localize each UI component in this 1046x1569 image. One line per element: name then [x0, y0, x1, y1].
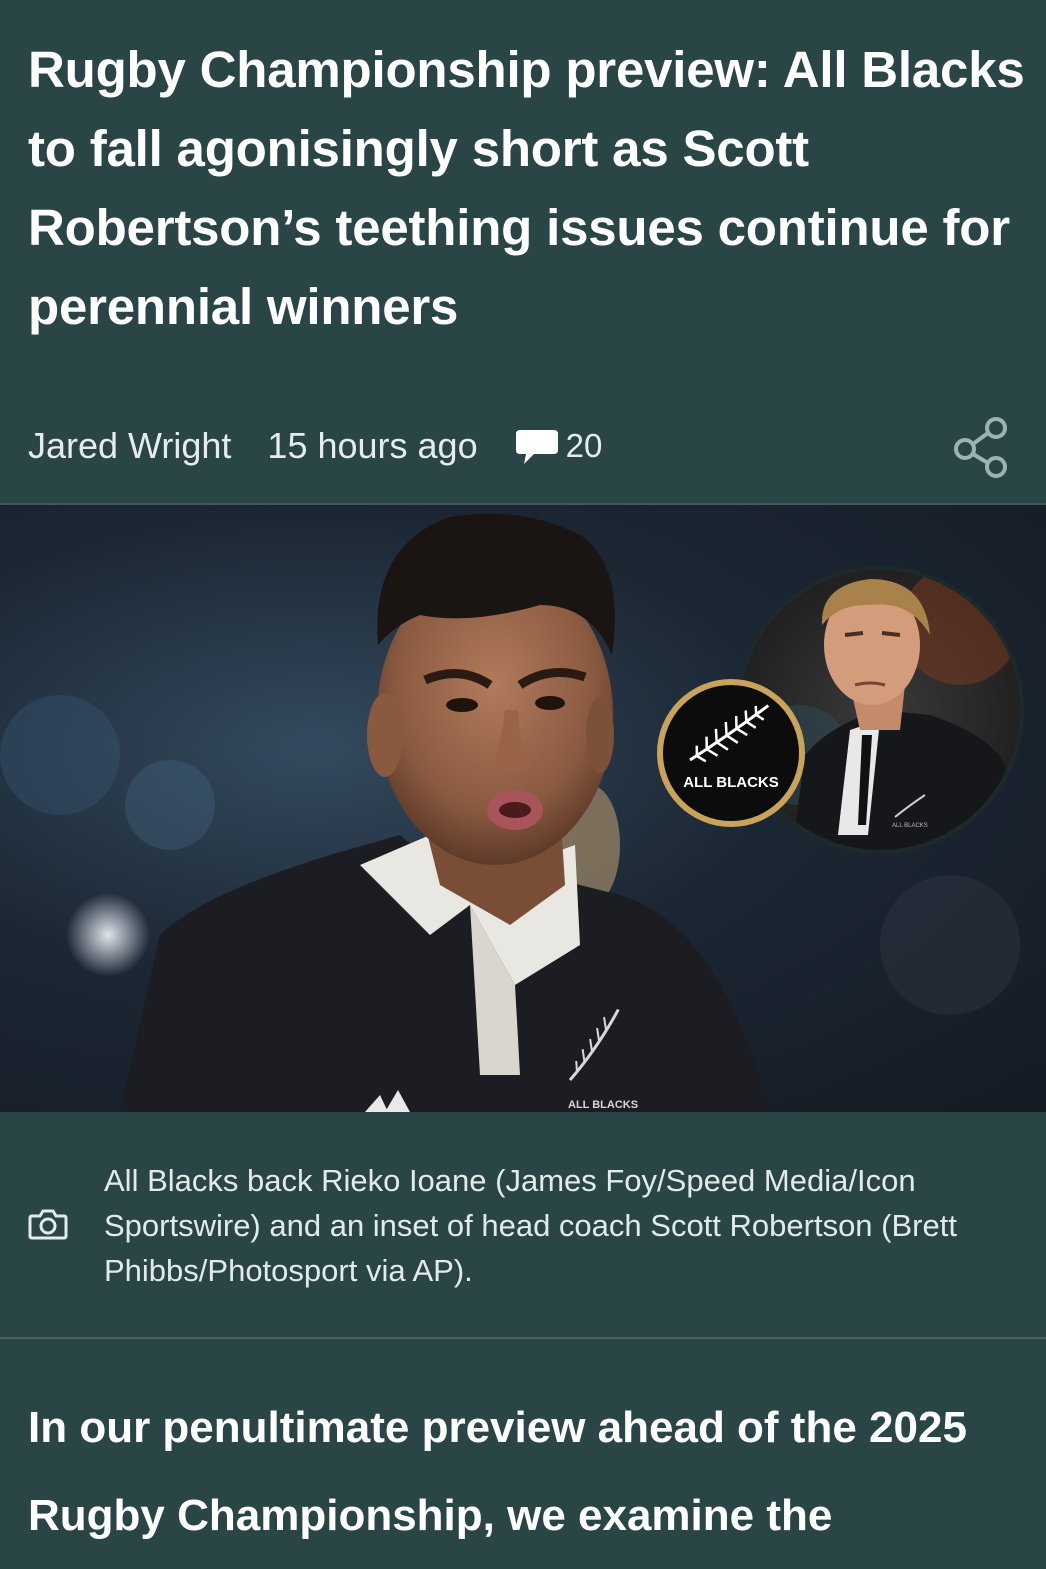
comments-link[interactable]: 20	[514, 426, 603, 466]
camera-icon	[28, 1209, 68, 1240]
caption-divider	[0, 1337, 1046, 1339]
image-caption: All Blacks back Rieko Ioane (James Foy/S…	[104, 1163, 957, 1288]
inset-jacket-text: ALL BLACKS	[892, 823, 928, 829]
publish-time: 15 hours ago	[267, 425, 478, 466]
article-meta: Jared Wright 15 hours ago 20	[28, 416, 1018, 476]
share-icon[interactable]	[952, 414, 1012, 478]
jersey-text: ALL BLACKS	[568, 1099, 638, 1111]
all-blacks-badge-text: ALL BLACKS	[683, 774, 779, 791]
comment-count: 20	[565, 427, 603, 464]
article-lede: In our penultimate preview ahead of the …	[28, 1403, 967, 1540]
author-name[interactable]: Jared Wright	[28, 425, 231, 467]
speech-bubble-icon	[515, 430, 558, 464]
hero-image[interactable]: ALL BLACKS ALL BLACKS ALL BLACKS	[0, 505, 1046, 1112]
hero-illustration: ALL BLACKS ALL BLACKS ALL BLACKS	[0, 513, 1024, 1112]
article-headline: Rugby Championship preview: All Blacks t…	[28, 41, 1025, 335]
